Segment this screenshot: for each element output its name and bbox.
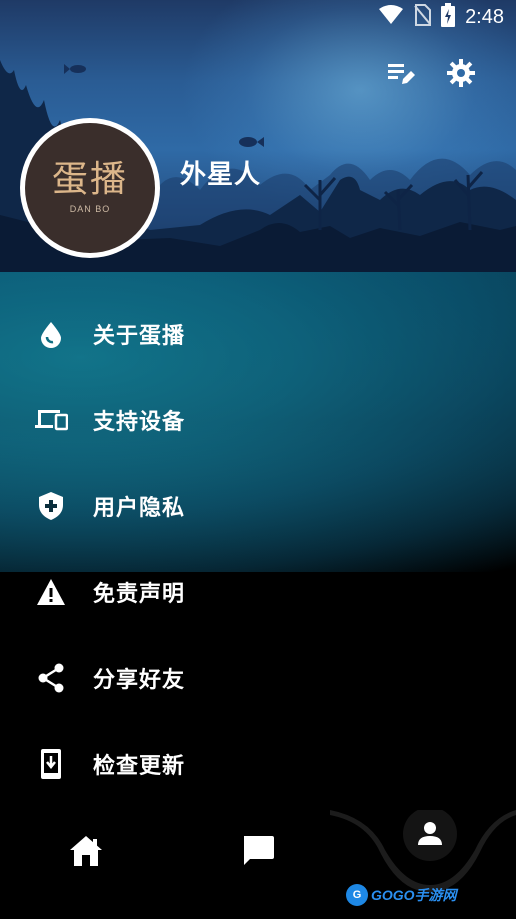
username[interactable]: 外星人: [180, 154, 261, 191]
menu-item-label: 分享好友: [93, 668, 186, 693]
menu-item-label: 用户隐私: [93, 496, 186, 521]
watermark-logo: G: [346, 884, 368, 906]
menu-item-disclaimer[interactable]: 免责声明: [0, 549, 516, 635]
watermark-text: GOGO手游网: [371, 887, 457, 903]
settings-gear-icon[interactable]: [446, 58, 476, 88]
status-time: 2:48: [465, 5, 504, 28]
top-actions: [386, 58, 476, 88]
avatar-logo-subtext: DAN BO: [69, 204, 111, 214]
share-icon: [34, 661, 68, 695]
battery-charging-icon: [441, 3, 456, 31]
menu-list: 关于蛋播 支持设备 用户隐私 免责声明 分享好友 检查更新: [0, 272, 516, 810]
watermark: G GOGO手游网: [346, 884, 457, 906]
menu-item-label: 支持设备: [93, 410, 186, 435]
menu-item-update[interactable]: 检查更新: [0, 721, 516, 807]
home-icon[interactable]: [66, 831, 106, 871]
shield-icon: [34, 489, 68, 523]
profile-header: 2:48 蛋播 DAN BO 外星人: [0, 0, 516, 272]
no-sim-icon: [413, 4, 432, 30]
menu-item-label: 关于蛋播: [93, 324, 186, 349]
wifi-icon: [379, 5, 404, 29]
avatar[interactable]: 蛋播 DAN BO: [20, 118, 160, 258]
edit-list-icon[interactable]: [386, 58, 416, 88]
menu-item-share[interactable]: 分享好友: [0, 635, 516, 721]
status-bar: 2:48: [0, 0, 516, 34]
avatar-logo-text: 蛋播: [51, 159, 128, 200]
menu-item-label: 免责声明: [93, 582, 186, 607]
avatar-logo-badge: 蛋播 DAN BO: [25, 123, 155, 253]
menu-item-privacy[interactable]: 用户隐私: [0, 463, 516, 549]
devices-icon: [34, 403, 68, 437]
menu-item-devices[interactable]: 支持设备: [0, 377, 516, 463]
person-icon[interactable]: [410, 814, 450, 854]
menu-item-label: 检查更新: [93, 754, 186, 779]
menu-item-about[interactable]: 关于蛋播: [0, 291, 516, 377]
drop-icon: [34, 317, 68, 351]
warning-icon: [34, 575, 68, 609]
update-icon: [34, 747, 68, 781]
chat-icon[interactable]: [238, 831, 278, 871]
